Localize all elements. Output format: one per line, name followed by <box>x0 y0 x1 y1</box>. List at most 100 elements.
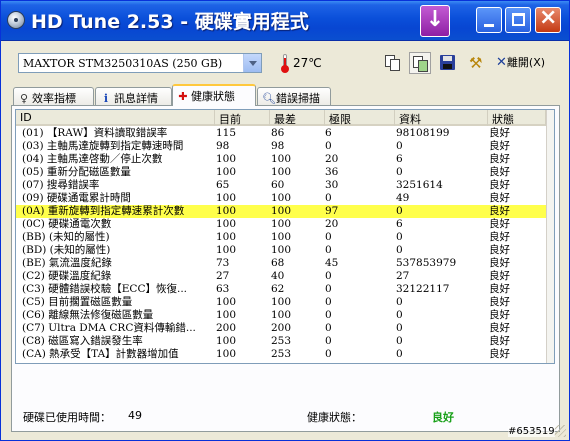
current-value: 100 <box>216 335 237 347</box>
raw-data-value: 0 <box>396 244 403 256</box>
smart-attributes-table[interactable]: ID 目前 最差 極限 資料 狀態 (01) 【RAW】資料讀取錯誤率 115 86… <box>15 109 555 364</box>
attribute-id: (C3) 硬體錯誤校驗【ECC】恢復... <box>22 283 187 295</box>
search-icon: 🔍︎ <box>262 92 276 105</box>
download-arrow-button[interactable]: ↓ <box>420 5 450 37</box>
column-header-threshold[interactable]: 極限 <box>325 110 395 126</box>
power-on-hours-label: 硬碟已使用時間： <box>23 411 111 424</box>
column-header-id[interactable]: ID <box>16 110 215 126</box>
tab-error-scan[interactable]: 🔍︎錯誤掃描 <box>257 87 331 105</box>
copy-screenshot-button[interactable] <box>409 52 431 74</box>
table-row[interactable]: (01) 【RAW】資料讀取錯誤率 115 86 6 98108199 良好 <box>16 127 546 140</box>
threshold-value: 0 <box>325 231 332 243</box>
options-button[interactable]: ⚒ <box>465 52 487 74</box>
attribute-id: (BB) (未知的屬性) <box>22 231 110 243</box>
copy-text-button[interactable] <box>382 52 404 74</box>
status-value: 良好 <box>489 335 510 347</box>
table-row[interactable]: (C8) 磁區寫入錯誤發生率 100 253 0 0 良好 <box>16 335 546 348</box>
health-status-value: 良好 <box>432 411 454 424</box>
worst-value: 98 <box>271 140 285 152</box>
table-row[interactable]: (C2) 硬碟溫度紀錄 27 40 0 27 良好 <box>16 270 546 283</box>
tab-info[interactable]: i 訊息詳情 <box>95 87 172 105</box>
table-row[interactable]: (BB) (未知的屬性) 100 100 0 0 良好 <box>16 231 546 244</box>
status-value: 良好 <box>489 283 510 295</box>
current-value: 27 <box>216 270 230 282</box>
worst-value: 40 <box>271 270 285 282</box>
table-row[interactable]: (BD) (未知的屬性) 100 100 0 0 良好 <box>16 244 546 257</box>
worst-value: 200 <box>271 322 292 334</box>
threshold-value: 20 <box>325 153 339 165</box>
table-row[interactable]: (05) 重新分配磁區數量 100 100 36 0 良好 <box>16 166 546 179</box>
worst-value: 100 <box>271 192 292 204</box>
table-row[interactable]: (04) 主軸馬達啓動／停止次數 100 100 20 6 良好 <box>16 153 546 166</box>
exit-button[interactable]: ✕離開(X) <box>496 54 545 72</box>
exit-x-icon: ✕ <box>496 55 507 70</box>
threshold-value: 0 <box>325 270 332 282</box>
table-row[interactable]: (BE) 氣流溫度紀錄 73 68 45 537853979 良好 <box>16 257 546 270</box>
close-button[interactable]: × <box>535 5 561 33</box>
tab-benchmark[interactable]: ♀ 效率指標 <box>13 87 94 105</box>
tab-label: 錯誤掃描 <box>276 92 320 105</box>
threshold-value: 0 <box>325 140 332 152</box>
table-row[interactable]: (03) 主軸馬達旋轉到指定轉速時間 98 98 0 0 良好 <box>16 140 546 153</box>
threshold-value: 0 <box>325 296 332 308</box>
save-button[interactable] <box>437 52 459 74</box>
status-value: 良好 <box>489 192 510 204</box>
table-row[interactable]: (C7) Ultra DMA CRC資料傳輸錯... 200 200 0 0 良好 <box>16 322 546 335</box>
column-header-current[interactable]: 目前 <box>215 110 270 126</box>
attribute-id: (05) 重新分配磁區數量 <box>22 166 131 178</box>
wrench-icon: ⚒ <box>469 54 483 72</box>
tab-health[interactable]: ✚ 健康狀態 <box>172 84 256 106</box>
column-header-worst[interactable]: 最差 <box>270 110 325 126</box>
maximize-button[interactable] <box>505 7 531 33</box>
resize-grip[interactable] <box>554 425 566 437</box>
minimize-button[interactable] <box>476 7 502 33</box>
table-row[interactable]: (CA) 熱承受【TA】計數器增加值 100 253 0 0 良好 <box>16 348 546 361</box>
current-value: 100 <box>216 205 237 217</box>
tab-label: 健康狀態 <box>191 90 235 103</box>
drive-select[interactable]: MAXTOR STM3250310AS (250 GB) <box>18 53 262 73</box>
table-row[interactable]: (C3) 硬體錯誤校驗【ECC】恢復... 63 62 0 32122117 良好 <box>16 283 546 296</box>
status-value: 良好 <box>489 218 510 230</box>
raw-data-value: 0 <box>396 166 403 178</box>
worst-value: 253 <box>271 348 292 360</box>
drive-select-value: MAXTOR STM3250310AS (250 GB) <box>23 57 223 70</box>
app-window: HD Tune 2.53 - 硬碟實用程式 ↓ × MAXTOR STM3250… <box>0 0 570 441</box>
raw-data-value: 0 <box>396 296 403 308</box>
raw-data-value: 3251614 <box>396 179 443 191</box>
attribute-id: (04) 主軸馬達啓動／停止次數 <box>22 153 163 165</box>
table-row[interactable]: (C5) 目前擱置磁區數量 100 100 0 0 良好 <box>16 296 546 309</box>
power-on-hours-value: 49 <box>128 409 142 422</box>
table-row[interactable]: (09) 硬碟通電累計時間 100 100 0 49 良好 <box>16 192 546 205</box>
vertical-scrollbar[interactable] <box>546 110 554 363</box>
exit-button-label: 離開(X) <box>506 56 546 69</box>
status-value: 良好 <box>489 309 510 321</box>
threshold-value: 30 <box>325 179 339 191</box>
status-value: 良好 <box>489 231 510 243</box>
threshold-value: 45 <box>325 257 339 269</box>
close-icon: × <box>539 5 558 30</box>
table-row[interactable]: (07) 搜尋錯誤率 65 60 30 3251614 良好 <box>16 179 546 192</box>
current-value: 100 <box>216 218 237 230</box>
raw-data-value: 0 <box>396 309 403 321</box>
current-value: 100 <box>216 231 237 243</box>
current-value: 100 <box>216 244 237 256</box>
threshold-value: 36 <box>325 166 339 178</box>
worst-value: 62 <box>271 283 285 295</box>
attribute-id: (BD) (未知的屬性) <box>22 244 111 256</box>
table-row[interactable]: (0A) 重新旋轉到指定轉速累計次數 100 100 97 0 良好 <box>16 205 546 218</box>
current-value: 100 <box>216 296 237 308</box>
table-row[interactable]: (0C) 硬碟通電次數 100 100 20 6 良好 <box>16 218 546 231</box>
current-value: 100 <box>216 153 237 165</box>
worst-value: 100 <box>271 218 292 230</box>
health-status-label: 健康狀態： <box>307 411 362 424</box>
chevron-down-icon[interactable] <box>243 54 261 72</box>
status-value: 良好 <box>489 179 510 191</box>
worst-value: 100 <box>271 166 292 178</box>
table-row[interactable]: (C6) 離線無法修復磁區數量 100 100 0 0 良好 <box>16 309 546 322</box>
column-header-status[interactable]: 狀態 <box>488 110 546 126</box>
attribute-id: (0C) 硬碟通電次數 <box>22 218 112 230</box>
title-bar[interactable]: HD Tune 2.53 - 硬碟實用程式 ↓ × <box>1 1 569 41</box>
info-icon: i <box>103 92 109 105</box>
column-header-data[interactable]: 資料 <box>395 110 488 126</box>
worst-value: 100 <box>271 244 292 256</box>
